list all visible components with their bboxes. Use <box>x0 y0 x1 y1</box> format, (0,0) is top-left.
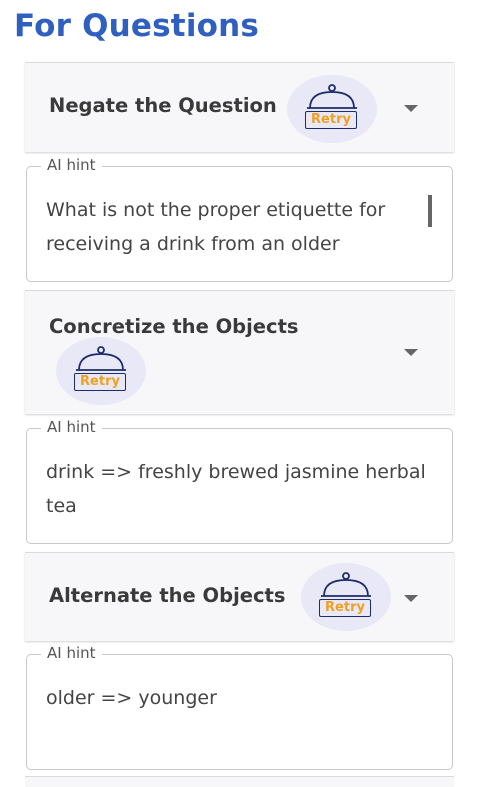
next-panel-edge <box>25 776 454 787</box>
retry-button[interactable]: Retry <box>287 75 377 143</box>
cloche-icon <box>321 572 371 597</box>
retry-label: Retry <box>311 112 351 127</box>
retry-button[interactable]: Retry <box>56 337 146 405</box>
ai-hint-label: AI hint <box>41 644 102 662</box>
panel-header-concretize-objects[interactable]: Concretize the Objects Retry <box>25 290 454 414</box>
ai-hint-text[interactable]: What is not the proper etiquette for rec… <box>46 193 426 263</box>
cloche-icon <box>307 84 357 109</box>
ai-hint-box[interactable]: AI hint older => younger <box>26 644 453 770</box>
page-title: For Questions <box>14 8 260 44</box>
panel-header-negate-question[interactable]: Negate the Question Retry <box>25 62 454 152</box>
ai-hint-text[interactable]: older => younger <box>46 681 426 751</box>
scrollbar-thumb[interactable] <box>428 195 432 227</box>
ai-hint-box[interactable]: AI hint What is not the proper etiquette… <box>26 156 453 282</box>
panel-title: Alternate the Objects <box>49 584 286 607</box>
panel-title: Concretize the Objects <box>49 315 299 338</box>
ai-hint-label: AI hint <box>41 156 102 174</box>
retry-label: Retry <box>80 374 120 389</box>
chevron-down-icon[interactable] <box>404 105 418 112</box>
ai-hint-text[interactable]: drink => freshly brewed jasmine herbal t… <box>46 455 426 525</box>
chevron-down-icon[interactable] <box>404 595 418 602</box>
panel-title: Negate the Question <box>49 94 277 117</box>
retry-button[interactable]: Retry <box>301 563 391 631</box>
ai-hint-box[interactable]: AI hint drink => freshly brewed jasmine … <box>26 418 453 544</box>
chevron-down-icon[interactable] <box>404 349 418 356</box>
retry-label: Retry <box>325 600 365 615</box>
ai-hint-label: AI hint <box>41 418 102 436</box>
panel-header-alternate-objects[interactable]: Alternate the Objects Retry <box>25 552 454 641</box>
cloche-icon <box>76 346 126 371</box>
